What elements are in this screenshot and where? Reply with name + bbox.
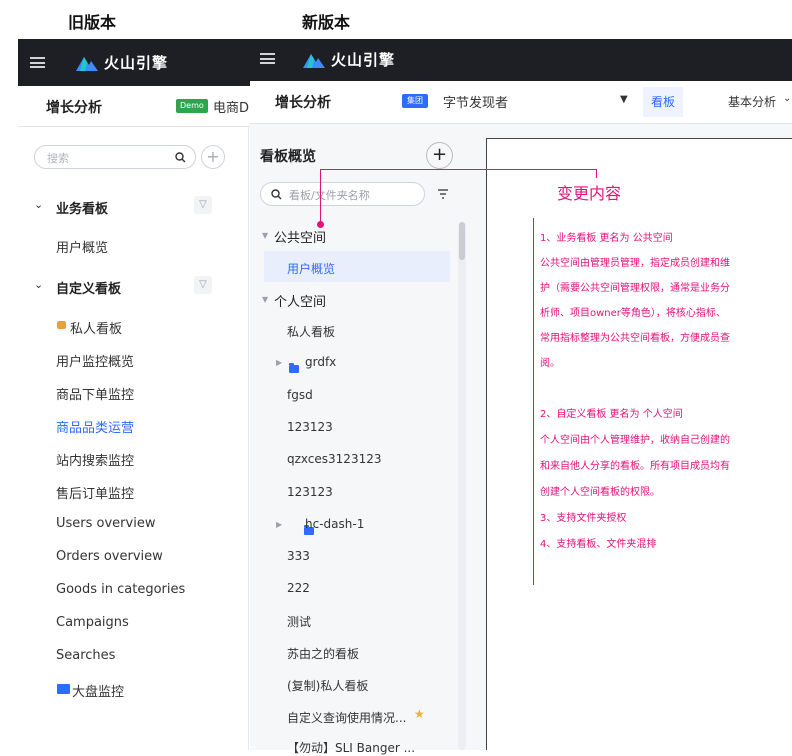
annotation-line: 4、支持看板、文件夹混排 <box>540 539 657 550</box>
folder-icon <box>57 684 70 694</box>
caret-down-icon[interactable]: ▼ <box>262 295 268 304</box>
private-item[interactable]: qzxces3123123 <box>287 452 381 466</box>
tab-dashboard[interactable]: 看板 <box>643 87 683 117</box>
annotation-line: 和来自他人分享的看板。所有项目成员均有 <box>540 461 730 472</box>
sidebar-item[interactable]: 售后订单监控 <box>56 483 134 502</box>
menu-icon[interactable] <box>30 57 45 68</box>
annotation-connector <box>320 169 597 178</box>
sidebar-item[interactable]: Campaigns <box>56 615 129 630</box>
public-space-title[interactable]: 公共空间 <box>274 227 326 246</box>
chevron-down-icon[interactable]: ⌄ <box>34 278 43 291</box>
annotation-line: 护（需要公共空间管理权限，通常是业务分 <box>540 283 730 294</box>
annotation-line: 3、支持文件夹授权 <box>540 513 627 524</box>
private-item[interactable]: 苏由之的看板 <box>287 645 359 662</box>
private-item[interactable]: fgsd <box>287 388 313 402</box>
chevron-down-icon[interactable]: ⌄ <box>783 93 791 104</box>
sidebar-scrollbar[interactable] <box>458 222 466 750</box>
old-search-input[interactable]: 搜索 <box>34 145 196 169</box>
sidebar-item[interactable]: 站内搜索监控 <box>56 450 134 469</box>
sidebar-item[interactable]: Searches <box>56 648 115 663</box>
volcano-logo-icon <box>303 54 325 68</box>
dropdown-caret-icon[interactable]: ▼ <box>620 94 628 105</box>
folder-icon <box>289 363 299 373</box>
annotation-line: 2、自定义看板 更名为 个人空间 <box>540 409 683 420</box>
search-placeholder: 搜索 <box>47 152 69 165</box>
new-top-bar: 火山引擎 <box>250 39 792 81</box>
annotation-line: 创建个人空间看板的权限。 <box>540 487 660 498</box>
section-custom-title[interactable]: 自定义看板 <box>56 278 121 297</box>
project-name[interactable]: 字节发现者 <box>443 92 508 111</box>
annotation-line: 1、业务看板 更名为 公共空间 <box>540 233 673 244</box>
private-item[interactable]: 【勿动】SLI Banger ... <box>287 739 415 756</box>
private-item[interactable]: 333 <box>287 549 310 563</box>
project-name[interactable]: 电商D <box>213 97 249 116</box>
private-item[interactable]: 123123 <box>287 485 333 499</box>
private-folder-item[interactable]: grdfx <box>305 355 336 369</box>
annotation-line: 个人空间由个人管理维护，收纳自己创建的 <box>540 435 730 446</box>
public-item-user-overview[interactable]: 用户概览 <box>287 260 335 277</box>
page-title: 增长分析 <box>46 100 102 116</box>
volcano-logo-icon <box>76 57 98 71</box>
search-placeholder: 看板/文件夹名称 <box>289 189 370 202</box>
private-item[interactable]: 222 <box>287 581 310 595</box>
group-badge: 集团 <box>402 94 428 108</box>
tab-basic-analysis[interactable]: 基本分析 <box>728 93 776 110</box>
chevron-down-icon[interactable]: ⌄ <box>34 198 43 211</box>
old-add-button[interactable]: + <box>201 145 225 169</box>
new-search-input[interactable]: 看板/文件夹名称 <box>260 182 425 206</box>
search-icon <box>175 152 186 163</box>
annotation-line: 公共空间由管理员管理，指定成员创建和维 <box>540 258 730 269</box>
filter-lines-icon[interactable] <box>437 189 449 199</box>
filter-icon[interactable]: ▽ <box>194 276 212 294</box>
annotation-title: 变更内容 <box>557 184 622 203</box>
demo-badge: Demo <box>176 99 208 113</box>
private-space-title[interactable]: 个人空间 <box>274 291 326 310</box>
caret-right-icon[interactable]: ▶ <box>276 520 282 529</box>
sidebar-title: 看板概览 <box>260 149 316 165</box>
new-header: 增长分析 集团 字节发现者 ▼ 看板 基本分析 ⌄ <box>250 81 792 124</box>
private-item[interactable]: (复制)私人看板 <box>287 677 368 694</box>
new-add-button[interactable]: + <box>426 142 453 169</box>
sidebar-item[interactable]: 商品下单监控 <box>56 384 134 403</box>
annotation-line: 析师、项目owner等角色），将核心指标、 <box>540 308 726 319</box>
private-item[interactable]: 自定义查询使用情况... <box>287 709 406 726</box>
sidebar-scroll-thumb[interactable] <box>459 222 465 260</box>
private-item[interactable]: 123123 <box>287 420 333 434</box>
filter-icon[interactable]: ▽ <box>194 196 212 214</box>
page-title: 增长分析 <box>275 95 331 111</box>
private-item[interactable]: 私人看板 <box>287 323 335 340</box>
annotation-line: 常用指标整理为公共空间看板，方便成员查 <box>540 333 730 344</box>
old-sidebar <box>18 127 249 750</box>
lock-icon <box>57 321 66 329</box>
old-version-caption: 旧版本 <box>68 13 117 32</box>
sidebar-item[interactable]: Goods in categories <box>56 582 185 597</box>
app-name: 火山引擎 <box>331 51 396 69</box>
section-business-title[interactable]: 业务看板 <box>56 198 108 217</box>
old-header: 增长分析 Demo 电商D <box>18 86 250 127</box>
new-version-caption: 新版本 <box>302 13 351 32</box>
menu-icon[interactable] <box>260 53 275 64</box>
star-icon[interactable]: ★ <box>414 707 425 721</box>
caret-right-icon[interactable]: ▶ <box>276 358 282 367</box>
annotation-connector-drop <box>320 178 321 224</box>
sidebar-item-private[interactable]: 私人看板 <box>70 318 122 337</box>
sidebar-item[interactable]: Orders overview <box>56 549 163 564</box>
new-sidebar <box>250 124 470 750</box>
annotation-vertical-line <box>533 218 534 585</box>
sidebar-item-active[interactable]: 商品品类运营 <box>56 417 134 436</box>
caret-down-icon[interactable]: ▼ <box>262 231 268 240</box>
private-item[interactable]: 测试 <box>287 613 311 630</box>
sidebar-folder-item[interactable]: 大盘监控 <box>72 681 124 700</box>
sidebar-item[interactable]: Users overview <box>56 516 155 531</box>
old-top-bar: 火山引擎 <box>18 39 250 86</box>
app-name: 火山引擎 <box>104 54 169 72</box>
sidebar-item-user-overview[interactable]: 用户概览 <box>56 237 108 256</box>
annotation-dot <box>317 221 324 228</box>
private-folder-item[interactable]: hc-dash-1 <box>305 517 364 531</box>
search-icon <box>271 189 282 200</box>
sidebar-item[interactable]: 用户监控概览 <box>56 351 134 370</box>
annotation-line: 阅。 <box>540 358 560 369</box>
